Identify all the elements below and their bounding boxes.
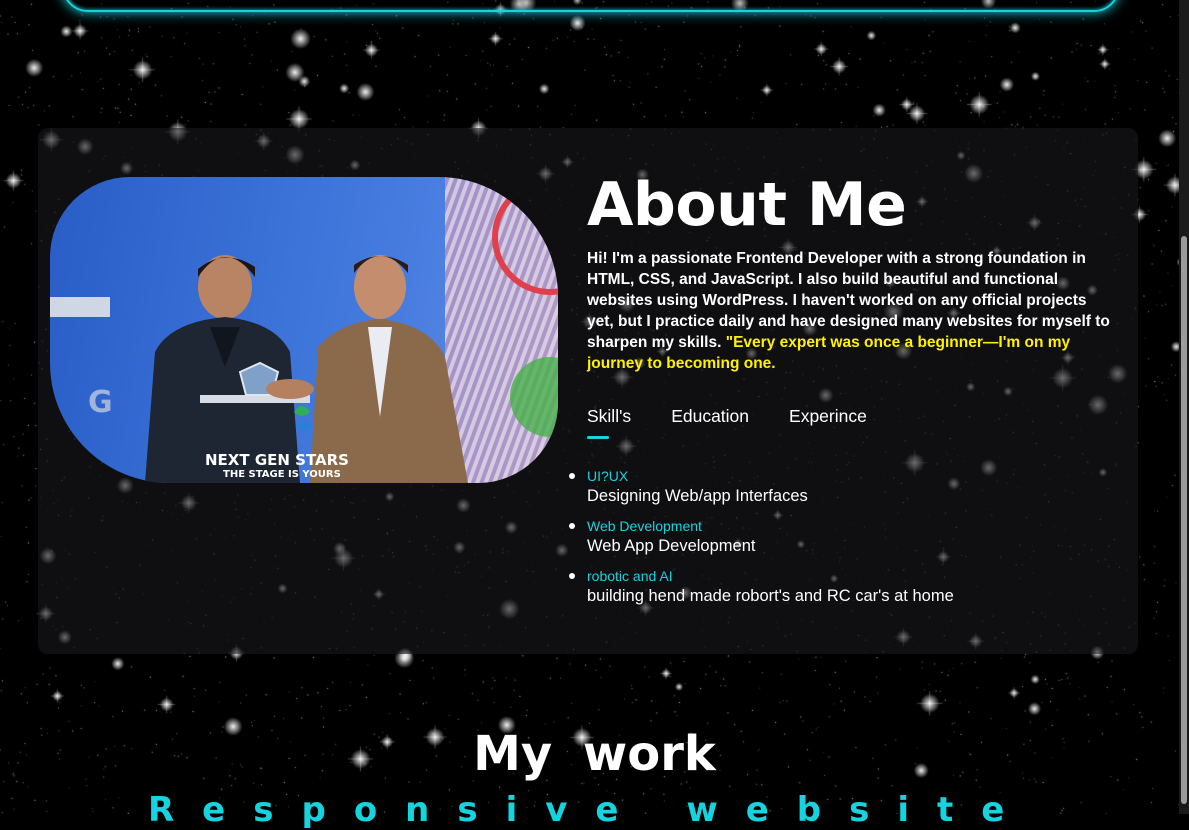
skill-description: Web App Development [587, 537, 756, 555]
profile-photo: G NEXT GEN STARS THE STAGE IS YOURS [50, 177, 558, 483]
list-item: Web Development Web App Development [569, 517, 1112, 557]
page-scrollbar[interactable] [1179, 0, 1189, 814]
about-content: About Me Hi! I'm a passionate Frontend D… [569, 168, 1112, 617]
skills-list: UI?UX Designing Web/app Interfaces Web D… [569, 467, 1112, 607]
tab-education[interactable]: Education [671, 406, 749, 433]
list-item: robotic and AI building hend made robort… [569, 567, 1112, 607]
work-section-title: My work [473, 726, 716, 782]
skill-title: UI?UX [587, 468, 629, 484]
list-item: UI?UX Designing Web/app Interfaces [569, 467, 1112, 507]
tab-experience[interactable]: Experince [789, 406, 867, 433]
work-section-subtitle: Responsive website [148, 790, 1033, 830]
about-tabs: Skill's Education Experince [587, 406, 1112, 439]
skill-title: robotic and AI [587, 568, 673, 584]
skill-description: Designing Web/app Interfaces [587, 487, 808, 505]
skill-title: Web Development [587, 518, 702, 534]
tab-skills[interactable]: Skill's [587, 406, 631, 439]
scrollbar-thumb[interactable] [1181, 236, 1187, 804]
photo-banner-title: NEXT GEN STARS [205, 451, 349, 469]
photo-banner-subtitle: THE STAGE IS YOURS [223, 469, 341, 480]
svg-text:G: G [88, 385, 113, 420]
about-title: About Me [587, 170, 907, 240]
about-paragraph: Hi! I'm a passionate Frontend Developer … [587, 248, 1112, 374]
navbar-bottom-edge [62, 0, 1120, 12]
skill-description: building hend made robort's and RC car's… [587, 587, 954, 605]
